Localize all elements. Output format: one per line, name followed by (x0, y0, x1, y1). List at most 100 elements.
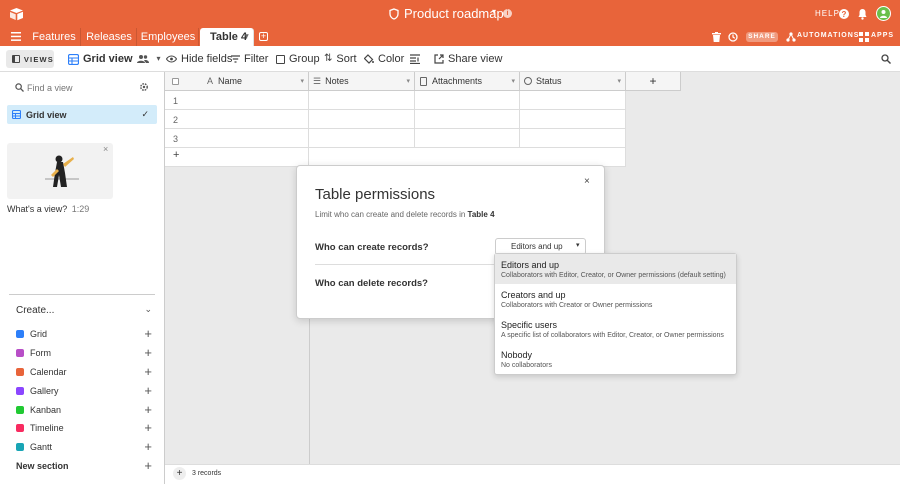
new-section-button[interactable]: New section + (16, 456, 152, 475)
history-icon[interactable] (728, 32, 738, 42)
text-field-icon: A (207, 76, 214, 86)
search-icon[interactable] (881, 54, 891, 64)
add-record-row[interactable]: + (165, 148, 309, 167)
add-table-icon[interactable]: + (259, 32, 268, 41)
option-editors-and-up[interactable]: Editors and up Collaborators with Editor… (495, 254, 736, 284)
select-all-header[interactable] (165, 72, 205, 91)
apps-button[interactable]: APPS (871, 32, 894, 39)
table-row[interactable]: 1 (165, 91, 309, 110)
grid-cell[interactable] (415, 129, 520, 148)
share-view-button[interactable]: Share view (434, 46, 502, 72)
automations-icon[interactable] (786, 32, 796, 42)
create-section-header[interactable]: Create... ⌄ (16, 304, 152, 319)
column-header-name[interactable]: A Name ▾ (205, 72, 309, 91)
info-icon[interactable]: i (503, 9, 512, 18)
grid-cell[interactable] (520, 110, 626, 129)
column-header-attachments[interactable]: Attachments ▾ (415, 72, 520, 91)
grid-cell[interactable] (520, 129, 626, 148)
plus-icon[interactable]: + (144, 345, 152, 360)
filter-icon (231, 55, 240, 63)
grid-cell[interactable] (520, 91, 626, 110)
tab-employees[interactable]: Employees (138, 28, 199, 46)
share-arrow-icon (434, 54, 444, 64)
help-icon[interactable]: ? (839, 9, 849, 19)
option-description: Collaborators with Editor, Creator, or O… (501, 272, 726, 279)
chevron-down-icon[interactable]: ▾ (617, 77, 621, 85)
chevron-down-icon[interactable]: ▾ (492, 7, 496, 16)
create-calendar-view[interactable]: Calendar + (16, 362, 152, 381)
option-description: Collaborators with Creator or Owner perm… (501, 302, 653, 309)
chevron-down-icon[interactable]: ▾ (300, 77, 304, 85)
apps-icon[interactable] (859, 32, 869, 42)
create-records-question: Who can create records? (315, 242, 429, 253)
gear-icon[interactable] (139, 82, 149, 92)
option-creators-and-up[interactable]: Creators and up Collaborators with Creat… (495, 284, 736, 314)
select-all-checkbox[interactable] (172, 77, 179, 85)
table-row[interactable]: 3 (165, 129, 309, 148)
filter-button[interactable]: Filter (231, 46, 268, 72)
grid-cell[interactable] (309, 91, 415, 110)
option-specific-users[interactable]: Specific users A specific list of collab… (495, 314, 736, 344)
chevron-down-icon[interactable]: ▾ (245, 28, 249, 46)
table-row[interactable]: 2 (165, 110, 309, 129)
plus-icon[interactable]: + (144, 420, 152, 435)
sort-button[interactable]: ⇅ Sort (324, 46, 357, 72)
tab-features[interactable]: Features (28, 28, 81, 46)
create-grid-view[interactable]: Grid + (16, 324, 152, 343)
hide-fields-button[interactable]: Hide fields (166, 46, 232, 72)
airtable-logo-icon[interactable] (9, 7, 24, 21)
group-button[interactable]: Group (276, 46, 320, 72)
plus-icon[interactable]: + (144, 326, 152, 341)
plus-icon[interactable]: + (144, 383, 152, 398)
automations-button[interactable]: AUTOMATIONS (797, 32, 859, 39)
video-caption[interactable]: What's a view? 1:29 (7, 204, 89, 214)
color-label: Color (378, 53, 405, 65)
plus-icon[interactable]: + (144, 439, 152, 454)
column-header-notes[interactable]: ☰ Notes ▾ (309, 72, 415, 91)
chevron-down-icon[interactable]: ▾ (157, 46, 161, 72)
column-header-label: Name (218, 76, 243, 86)
tab-releases[interactable]: Releases (82, 28, 137, 46)
menu-icon[interactable] (11, 32, 21, 41)
create-gallery-view[interactable]: Gallery + (16, 381, 152, 400)
add-record-button[interactable]: + (173, 467, 186, 480)
bell-icon[interactable] (857, 8, 868, 20)
views-toggle-button[interactable]: VIEWS (6, 50, 54, 68)
grid-cell[interactable] (415, 110, 520, 129)
sidebar-item-grid-view[interactable]: Grid view ✓ (7, 105, 157, 124)
view-switcher[interactable]: Grid view ▾ (68, 46, 161, 72)
base-title[interactable]: Product roadmap (404, 6, 504, 21)
create-kanban-view[interactable]: Kanban + (16, 400, 152, 419)
grid-cell[interactable] (309, 129, 415, 148)
chevron-down-icon[interactable]: ▾ (511, 77, 515, 85)
close-icon[interactable]: × (584, 176, 590, 187)
create-item-label: Timeline (30, 422, 64, 433)
collaborators-icon[interactable] (136, 54, 149, 64)
find-view-input[interactable] (27, 80, 127, 95)
chevron-down-icon[interactable]: ▾ (406, 77, 410, 85)
tab-table-4[interactable]: Table 4 ▾ (200, 28, 254, 46)
add-field-button[interactable]: + (626, 72, 681, 91)
create-form-view[interactable]: Form + (16, 343, 152, 362)
search-icon (15, 83, 24, 92)
row-height-icon[interactable] (410, 54, 420, 64)
grid-cell[interactable] (415, 91, 520, 110)
share-button[interactable]: SHARE (746, 32, 778, 42)
option-nobody[interactable]: Nobody No collaborators (495, 344, 736, 374)
view-video-thumbnail[interactable]: × (7, 143, 113, 199)
plus-icon[interactable]: + (144, 458, 152, 473)
color-button[interactable]: Color (364, 46, 404, 72)
create-item-label: Grid (30, 328, 48, 339)
trash-icon[interactable] (712, 32, 721, 42)
help-link[interactable]: HELP (815, 9, 840, 18)
create-gantt-view[interactable]: Gantt + (16, 437, 152, 456)
create-timeline-view[interactable]: Timeline + (16, 418, 152, 437)
close-icon[interactable]: × (103, 144, 108, 154)
column-header-status[interactable]: Status ▾ (520, 72, 626, 91)
delete-records-question: Who can delete records? (315, 278, 428, 289)
avatar[interactable] (876, 6, 891, 21)
top-bar: Product roadmap ▾ i HELP ? (0, 0, 900, 28)
grid-cell[interactable] (309, 110, 415, 129)
plus-icon[interactable]: + (144, 364, 152, 379)
plus-icon[interactable]: + (144, 402, 152, 417)
